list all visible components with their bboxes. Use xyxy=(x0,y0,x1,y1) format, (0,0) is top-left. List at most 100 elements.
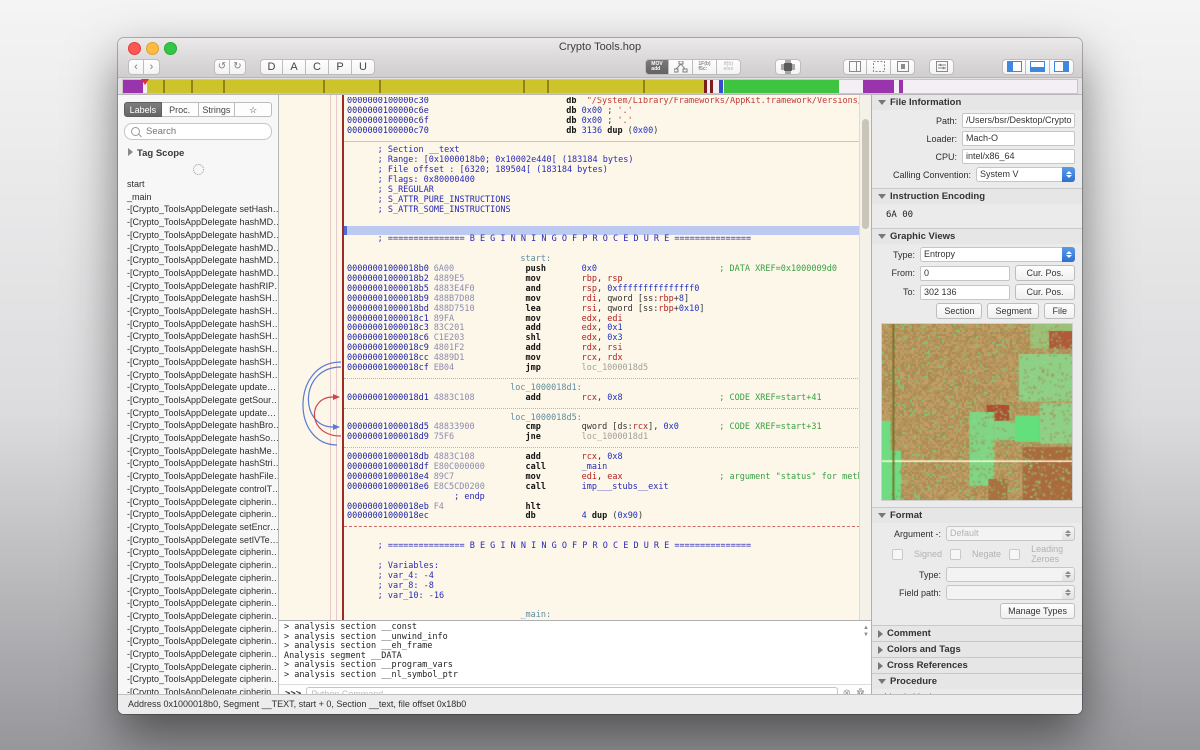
settings-button[interactable] xyxy=(929,59,954,75)
graph-type-select[interactable]: Entropy xyxy=(920,247,1075,262)
label-list-item[interactable]: -[Crypto_ToolsAppDelegate setHash… xyxy=(118,203,278,216)
path-field[interactable]: /Users/bsr/Desktop/Crypto Tools.a xyxy=(962,113,1075,128)
asm-comment-row[interactable]: ; S_ATTR_SOME_INSTRUCTIONS xyxy=(344,206,860,216)
mini-window-button[interactable] xyxy=(891,59,915,75)
asm-comment-row[interactable]: ; =============== B E G I N N I N G O F … xyxy=(344,235,860,245)
loader-field[interactable]: Mach-O xyxy=(962,131,1075,146)
minimap-strip[interactable] xyxy=(122,79,1078,94)
label-list-item[interactable]: -[Crypto_ToolsAppDelegate cipherin… xyxy=(118,597,278,610)
minimap-segment[interactable] xyxy=(899,80,903,93)
label-list-item[interactable]: -[Crypto_ToolsAppDelegate cipherin… xyxy=(118,572,278,585)
file-information-header[interactable]: File Information xyxy=(872,95,1082,110)
label-list-item[interactable]: -[Crypto_ToolsAppDelegate hashRIP… xyxy=(118,280,278,293)
close-button[interactable] xyxy=(128,42,141,55)
label-list-item[interactable]: -[Crypto_ToolsAppDelegate setIVTe… xyxy=(118,534,278,547)
search-field[interactable] xyxy=(124,123,272,140)
label-list-item[interactable]: -[Crypto_ToolsAppDelegate update… xyxy=(118,381,278,394)
leading-zeroes-checkbox[interactable] xyxy=(1009,549,1020,560)
toggle-left-panel-button[interactable] xyxy=(1002,59,1026,75)
zoom-button[interactable] xyxy=(164,42,177,55)
asm-row[interactable]: 00000001000018e6E8C5CD0200callimp___stub… xyxy=(344,483,860,493)
field-path-select[interactable] xyxy=(946,585,1075,600)
minimap-segment[interactable] xyxy=(719,80,723,93)
log-console[interactable]: > analysis section __const> analysis sec… xyxy=(279,620,871,684)
mode-data-button[interactable]: D xyxy=(260,59,283,75)
toggle-right-panel-button[interactable] xyxy=(1050,59,1074,75)
redo-button[interactable]: ↻ xyxy=(230,59,246,75)
segment-button[interactable]: Segment xyxy=(987,303,1039,319)
label-list-item[interactable]: -[Crypto_ToolsAppDelegate hashMD… xyxy=(118,267,278,280)
graphic-views-header[interactable]: Graphic Views xyxy=(872,229,1082,244)
mode-procedure-button[interactable]: P xyxy=(329,59,352,75)
label-list-item[interactable]: -[Crypto_ToolsAppDelegate hashSH… xyxy=(118,318,278,331)
argument-select[interactable]: Default xyxy=(946,526,1075,541)
minimap-segment[interactable] xyxy=(123,80,143,93)
minimap-segment[interactable] xyxy=(863,80,894,93)
forward-button[interactable]: › xyxy=(144,59,160,75)
assembly-view-button[interactable]: MOVadd xyxy=(645,59,669,75)
label-list-item[interactable]: -[Crypto_ToolsAppDelegate hashMD… xyxy=(118,229,278,242)
cfg-view-button[interactable] xyxy=(669,59,693,75)
label-list-item[interactable]: -[Crypto_ToolsAppDelegate cipherin… xyxy=(118,623,278,636)
console-scroll-arrows[interactable]: ▲▼ xyxy=(863,625,869,639)
label-list-item[interactable]: -[Crypto_ToolsAppDelegate hashSH… xyxy=(118,343,278,356)
label-list-item[interactable]: -[Crypto_ToolsAppDelegate setEncr… xyxy=(118,521,278,534)
colors-and-tags-header[interactable]: Colors and Tags xyxy=(872,642,1082,657)
minimap-segment[interactable] xyxy=(724,80,839,93)
asm-row[interactable]: 00000001000018cfEB04jmploc_1000018d5 xyxy=(344,364,860,374)
from-cur-pos-button[interactable]: Cur. Pos. xyxy=(1015,265,1075,281)
label-list-item[interactable]: -[Crypto_ToolsAppDelegate hashMD… xyxy=(118,216,278,229)
tab-procedures[interactable]: Proc. xyxy=(162,102,199,117)
tag-scope-row[interactable]: Tag Scope xyxy=(128,148,278,159)
signed-checkbox[interactable] xyxy=(892,549,903,560)
asm-label-row[interactable]: _main: xyxy=(344,611,860,620)
label-list-item[interactable]: -[Crypto_ToolsAppDelegate cipherin… xyxy=(118,610,278,623)
toggle-bottom-panel-button[interactable] xyxy=(1026,59,1050,75)
manage-types-button[interactable]: Manage Types xyxy=(1000,603,1075,619)
label-list-item[interactable]: -[Crypto_ToolsAppDelegate hashStri… xyxy=(118,457,278,470)
file-button[interactable]: File xyxy=(1044,303,1075,319)
procedure-header[interactable]: Procedure xyxy=(872,674,1082,689)
label-list-item[interactable]: -[Crypto_ToolsAppDelegate cipherin… xyxy=(118,559,278,572)
entropy-graphic[interactable] xyxy=(881,323,1073,501)
tab-favorites[interactable]: ☆ xyxy=(235,102,272,117)
label-list-item[interactable]: -[Crypto_ToolsAppDelegate cipherin… xyxy=(118,661,278,674)
label-list-item[interactable]: -[Crypto_ToolsAppDelegate hashSH… xyxy=(118,292,278,305)
from-field[interactable]: 0 xyxy=(920,266,1010,281)
asm-row[interactable]: 00000001000018d975F6jneloc_1000018d1 xyxy=(344,433,860,443)
label-list-item[interactable]: -[Crypto_ToolsAppDelegate cipherin… xyxy=(118,686,278,694)
to-cur-pos-button[interactable]: Cur. Pos. xyxy=(1015,284,1075,300)
label-list-item[interactable]: -[Crypto_ToolsAppDelegate hashSH… xyxy=(118,369,278,382)
label-list-item[interactable]: -[Crypto_ToolsAppDelegate getSour… xyxy=(118,394,278,407)
hex-view-button[interactable]: 1F(b)f5c: xyxy=(693,59,717,75)
asm-row[interactable]: 00000001000018ecdb4 dup (0x90) xyxy=(344,512,860,522)
label-list-item[interactable]: -[Crypto_ToolsAppDelegate cipherin… xyxy=(118,673,278,686)
label-list-item[interactable]: -[Crypto_ToolsAppDelegate hashBro… xyxy=(118,419,278,432)
label-list-item[interactable]: -[Crypto_ToolsAppDelegate hashSH… xyxy=(118,356,278,369)
label-list-item[interactable]: _main xyxy=(118,191,278,204)
tab-labels[interactable]: Labels xyxy=(124,102,162,117)
negate-checkbox[interactable] xyxy=(950,549,961,560)
mode-undefined-button[interactable]: U xyxy=(352,59,375,75)
mode-ascii-button[interactable]: A xyxy=(283,59,306,75)
title-bar[interactable]: Crypto Tools.hop xyxy=(118,38,1082,56)
mode-code-button[interactable]: C xyxy=(306,59,329,75)
label-list-item[interactable]: -[Crypto_ToolsAppDelegate hashSH… xyxy=(118,305,278,318)
gear-icon[interactable] xyxy=(193,164,204,175)
label-list-item[interactable]: -[Crypto_ToolsAppDelegate cipherin… xyxy=(118,585,278,598)
label-list-item[interactable]: -[Crypto_ToolsAppDelegate cipherin… xyxy=(118,496,278,509)
cpu-field[interactable]: intel/x86_64 xyxy=(962,149,1075,164)
calling-convention-select[interactable]: System V xyxy=(976,167,1075,182)
minimap-segment[interactable] xyxy=(147,80,704,93)
label-list-item[interactable]: -[Crypto_ToolsAppDelegate cipherin… xyxy=(118,508,278,521)
label-list-item[interactable]: -[Crypto_ToolsAppDelegate hashMe… xyxy=(118,445,278,458)
pseudocode-view-button[interactable]: if(b)else xyxy=(717,59,741,75)
dashed-box-button[interactable] xyxy=(867,59,891,75)
to-field[interactable]: 302 136 xyxy=(920,285,1010,300)
label-list-item[interactable]: -[Crypto_ToolsAppDelegate cipherin… xyxy=(118,546,278,559)
instruction-encoding-header[interactable]: Instruction Encoding xyxy=(872,189,1082,204)
label-list-item[interactable]: -[Crypto_ToolsAppDelegate hashMD… xyxy=(118,242,278,255)
asm-row[interactable]: 00000001000018d14883C108addrcx, 0x8; COD… xyxy=(344,394,860,404)
label-list-item[interactable]: start xyxy=(118,178,278,191)
navigation-strip[interactable] xyxy=(118,78,1082,95)
